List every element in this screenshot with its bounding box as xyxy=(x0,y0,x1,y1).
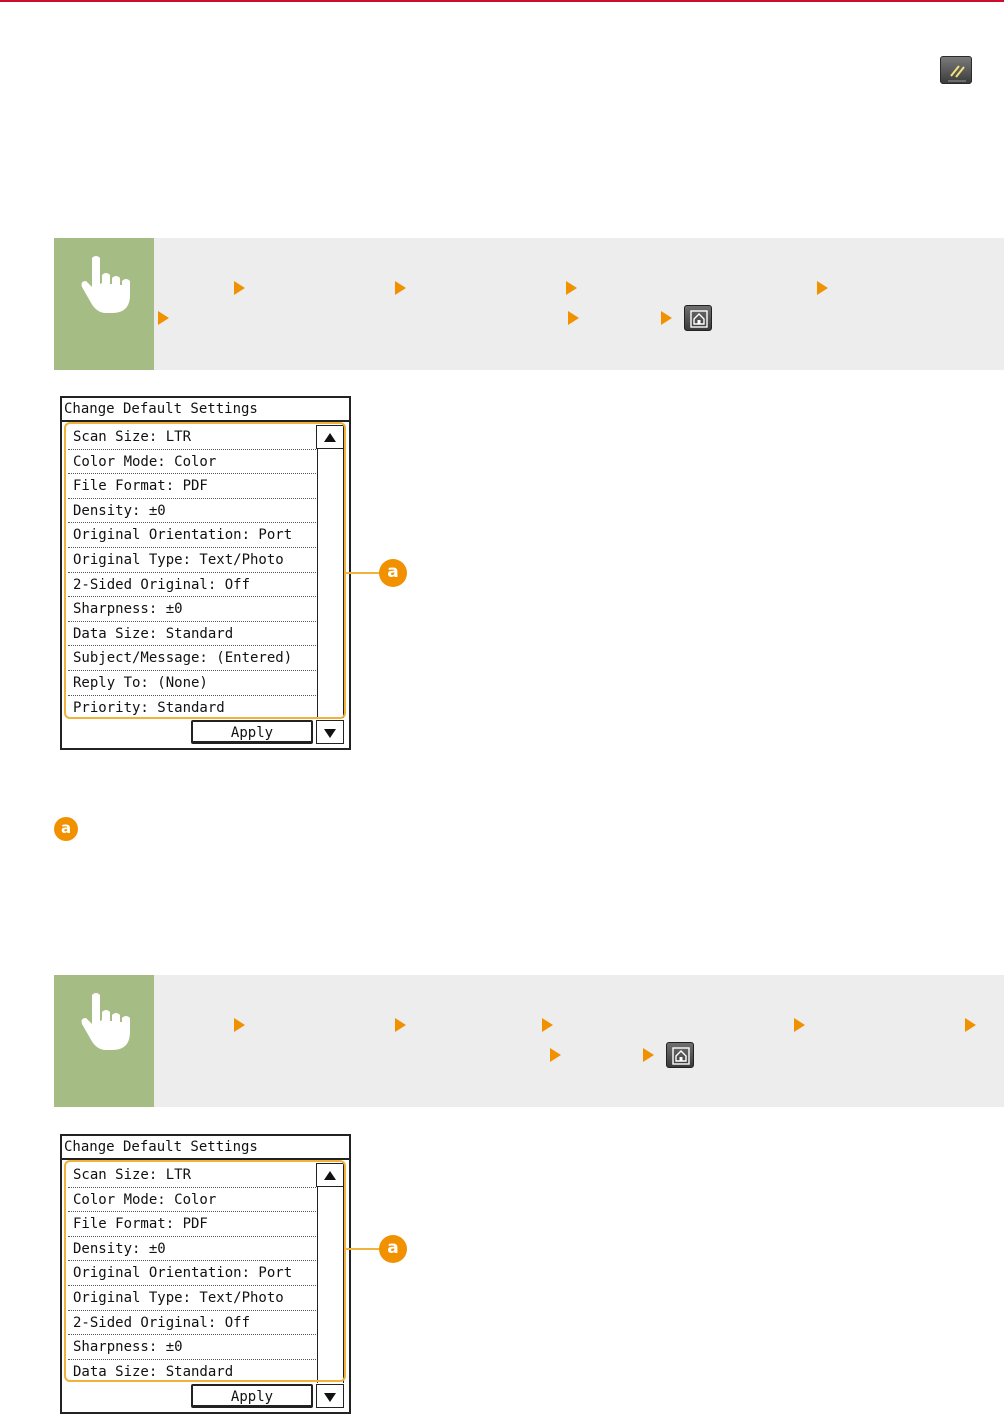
path-arrow-icon xyxy=(643,1048,654,1062)
touch-hand-icon xyxy=(81,993,130,1050)
home-key-icon xyxy=(684,305,712,331)
step-navigation-bar xyxy=(54,238,1004,370)
screen-title: Change Default Settings xyxy=(62,398,349,422)
path-arrow-icon xyxy=(550,1048,561,1062)
reset-key-icon xyxy=(940,56,972,84)
top-rule xyxy=(0,0,1004,2)
apply-button[interactable]: Apply xyxy=(191,720,313,744)
path-arrow-icon xyxy=(395,281,406,295)
path-arrow-icon xyxy=(661,311,672,325)
touch-hand-icon xyxy=(81,256,130,313)
home-key-icon xyxy=(666,1042,694,1068)
scroll-down-button[interactable] xyxy=(316,720,344,744)
callout-line xyxy=(346,572,380,574)
callout-badge: a xyxy=(379,559,407,587)
triangle-down-icon xyxy=(324,729,336,738)
path-arrow-icon xyxy=(395,1018,406,1032)
path-arrow-icon xyxy=(158,311,169,325)
path-arrow-icon xyxy=(566,281,577,295)
path-arrow-icon xyxy=(794,1018,805,1032)
hand-icon-box xyxy=(54,975,154,1107)
path-arrow-icon xyxy=(234,1018,245,1032)
path-arrow-icon xyxy=(965,1018,976,1032)
hand-icon-box xyxy=(54,238,154,370)
callout-highlight xyxy=(64,422,346,719)
callout-badge: a xyxy=(379,1235,407,1263)
path-arrow-icon xyxy=(234,281,245,295)
path-arrow-icon xyxy=(817,281,828,295)
scroll-down-button[interactable] xyxy=(316,1384,344,1408)
triangle-down-icon xyxy=(324,1393,336,1402)
path-arrow-icon xyxy=(568,311,579,325)
screen-title: Change Default Settings xyxy=(62,1136,349,1160)
path-arrow-icon xyxy=(542,1018,553,1032)
callout-highlight xyxy=(64,1160,346,1382)
apply-button[interactable]: Apply xyxy=(191,1384,313,1408)
step-navigation-bar xyxy=(54,975,1004,1107)
legend-badge: a xyxy=(54,817,78,841)
callout-line xyxy=(346,1248,380,1250)
